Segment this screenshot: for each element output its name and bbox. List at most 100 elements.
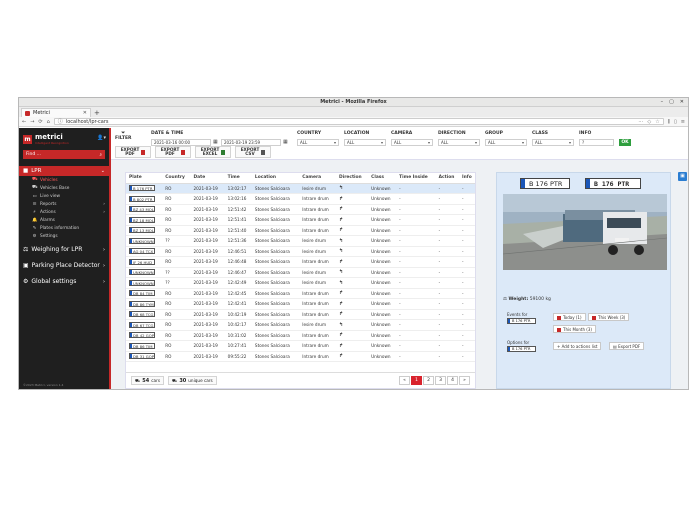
calendar-icon[interactable]: ▦ (213, 139, 218, 145)
sidebar-subitem-vehicles-base[interactable]: ⛟ Vehicles Base (19, 184, 109, 192)
user-icon[interactable]: 👤▾ (97, 135, 106, 141)
sidebar-subitem-vehicles[interactable]: ⛟ Vehicles (19, 176, 109, 184)
filter-button[interactable]: ⏷ FILTER (115, 131, 131, 141)
column-header[interactable]: Info (459, 173, 475, 184)
table-row[interactable]: BZ 18 MOL RO 2021-03-19 12:51:41 Stones Salc… (126, 214, 475, 226)
more-icon[interactable]: ⋯ (638, 119, 643, 125)
column-header[interactable]: Direction (336, 173, 369, 184)
search-icon[interactable]: ⌕ (99, 152, 102, 158)
sidebar-subitem-actions[interactable]: ⚡ Actions › (19, 208, 109, 216)
add-to-actions-button[interactable]: + Add to actions list (553, 342, 602, 350)
export-csv-button[interactable]: EXPORT CSV (235, 146, 271, 158)
back-icon[interactable]: ← (22, 119, 26, 125)
direction-select[interactable]: ALL ▾ (438, 139, 480, 146)
sidebar-item-lpr[interactable]: ■ LPR ⌄ (19, 166, 109, 176)
table-row[interactable]: B 176 PTR RO 2021-03-19 13:02:17 Stones Salc… (126, 183, 475, 194)
inside-cell: - (396, 277, 436, 289)
table-row[interactable]: DB 68 TCG RO 2021-03-19 10:42:19 Stones Salc… (126, 309, 475, 320)
page-2-button[interactable]: 2 (423, 376, 434, 385)
minimize-icon[interactable]: – (661, 98, 664, 107)
table-row[interactable]: AG 04 TCX RO 2021-03-19 12:46:51 Stones Salc… (126, 246, 475, 257)
reload-icon[interactable]: ⟳ (38, 119, 42, 125)
export-excel-button[interactable]: EXPORT EXCEL (195, 146, 231, 158)
tab-close-icon[interactable]: ✕ (83, 110, 87, 116)
export-pdf-button[interactable]: ▤ Export PDF (609, 342, 645, 350)
column-header[interactable]: Date (190, 173, 225, 184)
close-icon[interactable]: ✕ (680, 98, 684, 107)
table-row[interactable]: BZ 13 MOL RO 2021-03-19 12:51:40 Stones Salc… (126, 225, 475, 236)
forward-icon[interactable]: → (30, 119, 34, 125)
home-icon[interactable]: ⌂ (47, 119, 50, 125)
page-4-button[interactable]: 4 (447, 376, 458, 385)
sidebar-subitem-alarms[interactable]: 🔔 Alarms (19, 216, 109, 224)
page-last-button[interactable]: » (459, 376, 470, 385)
date-cell: 2021-03-19 (190, 193, 225, 205)
date-cell: 2021-03-19 (190, 277, 225, 289)
export-pdf-button[interactable]: EXPORT PDF (115, 146, 151, 158)
sidebar-search[interactable]: Find ... ⌕ (23, 150, 105, 159)
info-input[interactable]: ? (579, 139, 614, 146)
sidebar-item-weighing[interactable]: ⚖ Weighing for LPR › (19, 243, 109, 256)
table-row[interactable]: UNKNOWN?? 2021-03-19 12:51:36 Stones Salcio… (126, 235, 475, 247)
table-row[interactable]: DB 42 GOP RO 2021-03-19 10:31:02 Stones Salc… (126, 330, 475, 341)
vehicle-photo[interactable] (503, 194, 667, 270)
table-row[interactable]: IF 26 HUD RO 2021-03-19 12:46:48 Stones Salc… (126, 256, 475, 268)
new-tab-icon[interactable]: + (94, 109, 100, 117)
sidebar-subitem-plates-information[interactable]: ✎ Plates information (19, 224, 109, 232)
table-row[interactable]: UNKNOWN?? 2021-03-19 12:42:49 Stones Salcio… (126, 277, 475, 289)
maximize-icon[interactable]: ▢ (669, 98, 674, 107)
table-row[interactable]: DB 84 TIM RO 2021-03-19 12:42:45 Stones Salc… (126, 288, 475, 299)
page-3-button[interactable]: 3 (435, 376, 446, 385)
group-select[interactable]: ALL ▾ (485, 139, 527, 146)
sidebar-subitem-live-view[interactable]: ▭ Live view (19, 192, 109, 200)
date-from-input[interactable]: 2021-03-16 00:00 (151, 139, 211, 146)
menu-icon[interactable]: ≡ (681, 119, 685, 125)
pocket-icon[interactable]: ◇ (647, 119, 651, 125)
page-first-button[interactable]: « (399, 376, 410, 385)
library-icon[interactable]: ⫼ (668, 119, 670, 125)
column-header[interactable]: Time Inside (396, 173, 436, 184)
ok-button[interactable]: OK (619, 139, 631, 146)
table-row[interactable]: DB 86 TYM RO 2021-03-19 12:42:41 Stones Salc… (126, 298, 475, 310)
column-header[interactable]: Location (251, 173, 300, 184)
table-row[interactable]: BZ 43 MOL RO 2021-03-19 12:51:42 Stones Salc… (126, 204, 475, 215)
bookmark-icon[interactable]: ☆ (655, 119, 659, 125)
column-header[interactable]: Country (162, 173, 191, 184)
column-header[interactable]: Action (435, 173, 460, 184)
location-select[interactable]: ALL ▾ (344, 139, 386, 146)
table-row[interactable]: DB 67 TCG RO 2021-03-19 10:42:17 Stones Salc… (126, 319, 475, 331)
calendar-icon[interactable]: ▦ (283, 139, 288, 145)
table-row[interactable]: UNKNOWN?? 2021-03-19 12:46:47 Stones Salcio… (126, 267, 475, 278)
column-header[interactable]: Time (224, 173, 252, 184)
direction-icon: ↱ (336, 193, 369, 205)
direction-icon: ↱ (336, 225, 369, 236)
url-input[interactable]: ⓘ localhost/lpr-cars ⋯ ◇ ☆ (53, 118, 664, 125)
browser-tab[interactable]: Metrici ✕ (21, 108, 91, 117)
today-button[interactable]: Today (1) (553, 313, 586, 321)
sidebar-item-parking[interactable]: ▣ Parking Place Detector › (19, 259, 109, 272)
direction-icon: ↰ (336, 267, 369, 278)
sidebar-subitem-label: Actions (40, 209, 56, 215)
this-week-button[interactable]: This Week (3) (588, 313, 630, 321)
export-pdf-button[interactable]: EXPORT PDF (155, 146, 191, 158)
camera-select[interactable]: ALL ▾ (391, 139, 433, 146)
column-header[interactable]: Camera (299, 173, 337, 184)
sidebar-subitem-reports[interactable]: ☰ Reports › (19, 200, 109, 208)
sidebar-toggle-icon[interactable]: ▯ (674, 119, 677, 125)
table-row[interactable]: DB 86 TIM RO 2021-03-19 10:27:41 Stones Salc… (126, 340, 475, 352)
country-cell: RO (162, 319, 191, 331)
date-to-input[interactable]: 2021-03-19 23:59 (221, 139, 281, 146)
table-row[interactable]: B 802 PTR RO 2021-03-19 13:02:16 Stones Salc… (126, 193, 475, 205)
plate-cell: UNKNOWN (126, 235, 163, 247)
table-row[interactable]: DB 31 GOP RO 2021-03-19 09:55:22 Stones Salc… (126, 351, 475, 362)
country-select[interactable]: ALL ▾ (297, 139, 339, 146)
column-header[interactable]: Class (368, 173, 397, 184)
column-header[interactable]: Plate (126, 173, 163, 184)
page-1-button[interactable]: 1 (411, 376, 422, 385)
location-cell: Stones Salcioara (251, 246, 300, 257)
sidebar-subitem-settings[interactable]: ⚙ Settings (19, 232, 109, 240)
class-select[interactable]: ALL ▾ (532, 139, 574, 146)
screenshot-icon[interactable]: ▣ (678, 172, 687, 181)
this-month-button[interactable]: This Month (3) (553, 325, 596, 333)
sidebar-item-global-settings[interactable]: ⚙ Global settings › (19, 275, 109, 288)
